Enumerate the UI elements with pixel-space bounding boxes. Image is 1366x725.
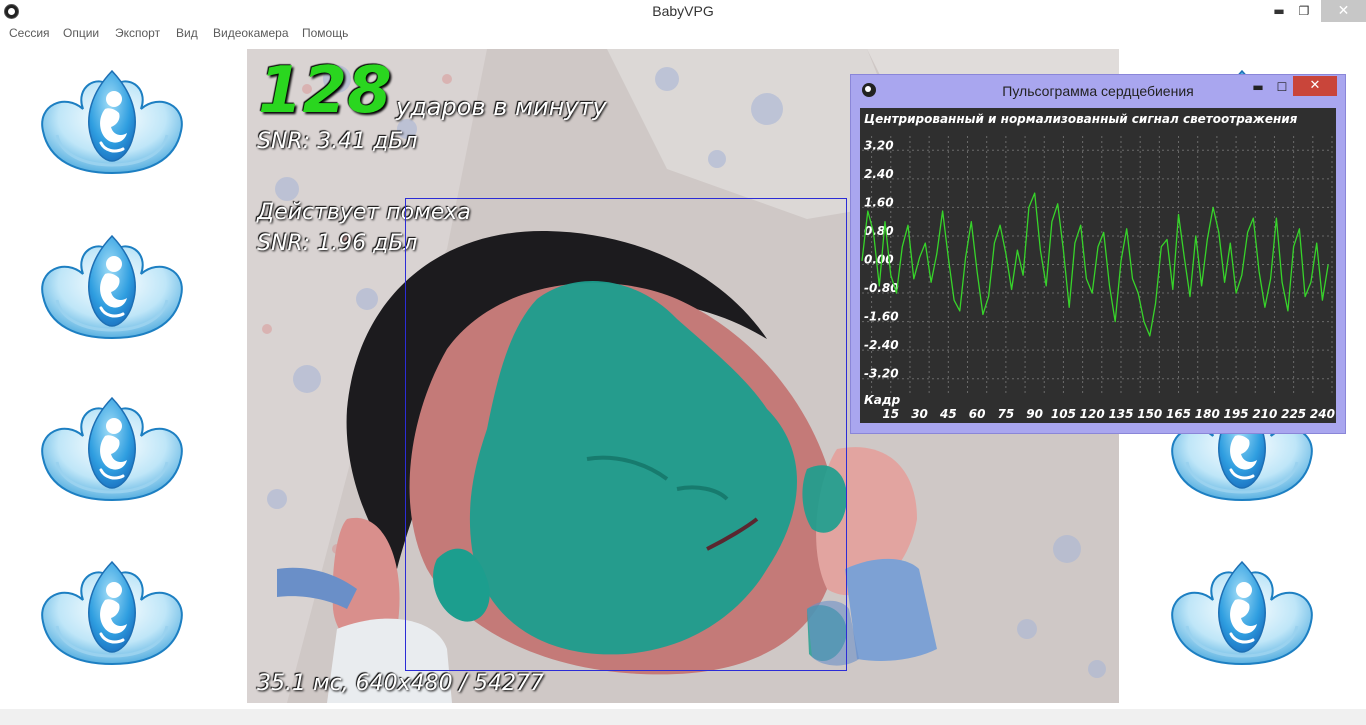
- x-tick-label: 180: [1195, 407, 1220, 421]
- x-tick-label: 210: [1252, 407, 1277, 421]
- baby-vpg-logo: [35, 556, 189, 668]
- chart-title: Центрированный и нормализованный сигнал …: [864, 112, 1298, 126]
- menu-options[interactable]: Опции: [63, 26, 99, 40]
- y-tick-label: 1.60: [864, 195, 894, 209]
- bpm-value: 128: [258, 54, 392, 128]
- x-axis-label: Кадр: [864, 393, 901, 407]
- x-tick-label: 165: [1166, 407, 1191, 421]
- status-bar: [0, 709, 1366, 725]
- y-tick-label: -1.60: [864, 310, 899, 324]
- baby-vpg-logo: [35, 230, 189, 342]
- close-button[interactable]: ✕: [1321, 0, 1366, 22]
- minimize-button[interactable]: ▬: [1245, 77, 1271, 97]
- frame-info: 35.1 мс, 640x480 / 54277: [257, 671, 545, 696]
- pulse-window[interactable]: Пульсограмма сердцебиения ▬ ☐ ✕ Центриро…: [850, 74, 1346, 434]
- y-tick-label: 0.80: [864, 224, 894, 238]
- menu-camera[interactable]: Видеокамера: [213, 26, 289, 40]
- x-tick-label: 225: [1281, 407, 1306, 421]
- menu-export[interactable]: Экспорт: [115, 26, 160, 40]
- pulse-window-titlebar[interactable]: Пульсограмма сердцебиения ▬ ☐ ✕: [851, 75, 1345, 105]
- y-tick-label: 3.20: [864, 138, 894, 152]
- baby-vpg-logo: [35, 392, 189, 504]
- maximize-button[interactable]: ☐: [1269, 77, 1295, 97]
- x-tick-label: 120: [1080, 407, 1105, 421]
- menu-session[interactable]: Сессия: [9, 26, 50, 40]
- x-tick-label: 105: [1051, 407, 1076, 421]
- bpm-unit-label: ударов в минуту: [396, 93, 607, 121]
- close-button[interactable]: ✕: [1293, 76, 1337, 96]
- minimize-button[interactable]: ▬: [1265, 0, 1293, 22]
- x-tick-label: 195: [1224, 407, 1249, 421]
- x-tick-label: 150: [1137, 407, 1162, 421]
- x-tick-label: 75: [998, 407, 1015, 421]
- title-bar: BabyVPG ▬ ❐ ✕: [0, 0, 1366, 25]
- signal-line: [861, 192, 1329, 337]
- x-tick-label: 90: [1026, 407, 1043, 421]
- roi-box: [405, 198, 847, 671]
- y-tick-label: 2.40: [864, 167, 894, 181]
- baby-vpg-logo: [1165, 556, 1319, 668]
- restore-button[interactable]: ❐: [1290, 0, 1318, 22]
- baby-vpg-logo: [35, 65, 189, 177]
- pulse-chart: Центрированный и нормализованный сигнал …: [860, 108, 1336, 423]
- y-tick-label: -3.20: [864, 367, 899, 381]
- x-tick-label: 45: [939, 407, 957, 421]
- pulse-chart-svg: Центрированный и нормализованный сигнал …: [861, 112, 1335, 421]
- snr-secondary: SNR: 1.96 дБл: [257, 231, 418, 256]
- x-tick-label: 15: [882, 407, 899, 421]
- y-tick-label: -2.40: [864, 338, 899, 352]
- x-tick-label: 30: [911, 407, 928, 421]
- menu-bar: Сессия Опции Экспорт Вид Видеокамера Пом…: [0, 24, 1366, 44]
- x-tick-label: 135: [1108, 407, 1133, 421]
- x-tick-label: 240: [1310, 407, 1335, 421]
- window-title: BabyVPG: [652, 3, 714, 19]
- menu-help[interactable]: Помощь: [302, 26, 348, 40]
- menu-view[interactable]: Вид: [176, 26, 198, 40]
- snr-primary: SNR: 3.41 дБл: [257, 129, 418, 154]
- x-tick-label: 60: [969, 407, 986, 421]
